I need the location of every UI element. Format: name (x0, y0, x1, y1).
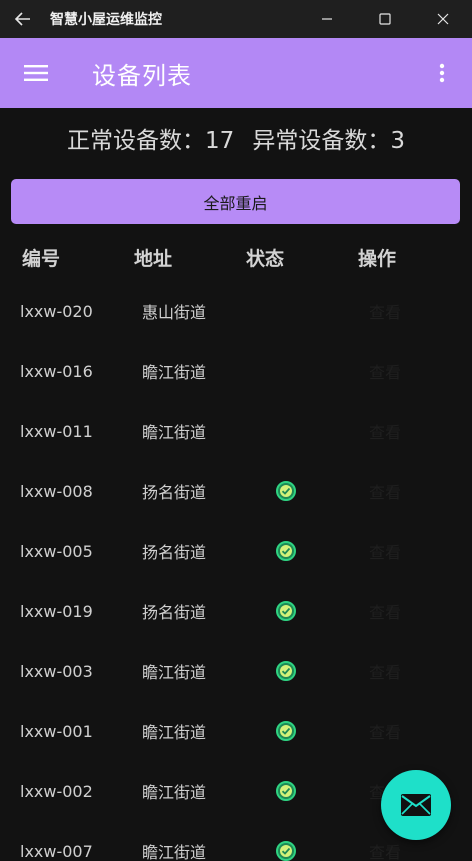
device-id: lxxw-005 (20, 541, 93, 561)
table-row: lxxw-003 瞻江街道 查看 (0, 641, 472, 701)
hamburger-menu-icon (24, 65, 48, 81)
status-cell (275, 281, 297, 341)
status-cell (275, 521, 297, 581)
device-id: lxxw-008 (20, 481, 93, 501)
close-icon (437, 13, 449, 25)
device-stats: 正常设备数：17 异常设备数：3 (0, 108, 472, 168)
device-address: 瞻江街道 (142, 723, 207, 742)
device-address: 惠山街道 (142, 303, 207, 322)
device-address: 扬名街道 (142, 603, 207, 622)
status-cell (275, 341, 297, 401)
device-address: 瞻江街道 (142, 423, 207, 442)
table-row: lxxw-019 扬名街道 查看 (0, 581, 472, 641)
maximize-button[interactable] (356, 0, 414, 38)
page-title: 设备列表 (92, 61, 192, 90)
status-ok-icon (276, 721, 296, 741)
arrow-left-icon (14, 12, 30, 26)
device-address: 瞻江街道 (142, 783, 207, 802)
device-id: lxxw-020 (20, 301, 93, 321)
device-address: 瞻江街道 (142, 363, 207, 382)
header-address: 地址 (134, 247, 173, 270)
status-ok-icon (276, 601, 296, 621)
view-button[interactable]: 查看 (369, 281, 401, 341)
device-id: lxxw-011 (20, 421, 93, 441)
window-controls (298, 0, 472, 38)
back-button[interactable] (0, 0, 46, 38)
normal-device-count: 正常设备数：17 (67, 128, 235, 154)
menu-button[interactable] (0, 38, 72, 108)
device-id: lxxw-002 (20, 781, 93, 801)
table-header: 编号 地址 状态 操作 (0, 236, 472, 278)
table-row: lxxw-005 扬名街道 查看 (0, 521, 472, 581)
view-button[interactable]: 查看 (369, 521, 401, 581)
status-cell (275, 701, 297, 761)
device-id: lxxw-003 (20, 661, 93, 681)
status-ok-icon (276, 661, 296, 681)
more-options-button[interactable] (424, 38, 460, 108)
view-button[interactable]: 查看 (369, 641, 401, 701)
device-address: 瞻江街道 (142, 663, 207, 682)
status-cell (275, 581, 297, 641)
more-vert-icon (439, 63, 445, 83)
window-title: 智慧小屋运维监控 (50, 12, 162, 28)
abnormal-device-count: 异常设备数：3 (252, 128, 405, 154)
table-row: lxxw-001 瞻江街道 查看 (0, 701, 472, 761)
app-window: 智慧小屋运维监控 设备列表 正常设备数：17 异常设备数：3 全部重启 编号 地… (0, 0, 472, 861)
header-id: 编号 (22, 247, 61, 270)
message-fab-button[interactable] (381, 770, 451, 840)
device-id: lxxw-001 (20, 721, 93, 741)
table-row: lxxw-020 惠山街道 查看 (0, 281, 472, 341)
view-button[interactable]: 查看 (369, 701, 401, 761)
status-cell (275, 761, 297, 821)
window-titlebar: 智慧小屋运维监控 (0, 0, 472, 38)
table-row: lxxw-016 瞻江街道 查看 (0, 341, 472, 401)
header-status: 状态 (246, 247, 285, 270)
status-ok-icon (276, 841, 296, 861)
app-bar: 设备列表 (0, 38, 472, 108)
device-address: 瞻江街道 (142, 843, 207, 861)
status-ok-icon (276, 481, 296, 501)
maximize-icon (379, 13, 391, 25)
status-cell (275, 641, 297, 701)
device-id: lxxw-019 (20, 601, 93, 621)
table-row: lxxw-011 瞻江街道 查看 (0, 401, 472, 461)
header-action: 操作 (358, 247, 397, 270)
status-cell (275, 401, 297, 461)
view-button[interactable]: 查看 (369, 581, 401, 641)
view-button[interactable]: 查看 (369, 341, 401, 401)
view-button[interactable]: 查看 (369, 401, 401, 461)
close-button[interactable] (414, 0, 472, 38)
status-ok-icon (276, 541, 296, 561)
restart-all-button[interactable]: 全部重启 (11, 179, 460, 224)
status-cell (275, 821, 297, 861)
device-address: 扬名街道 (142, 483, 207, 502)
view-button[interactable]: 查看 (369, 461, 401, 521)
minimize-button[interactable] (298, 0, 356, 38)
device-address: 扬名街道 (142, 543, 207, 562)
minimize-icon (322, 18, 332, 20)
status-cell (275, 461, 297, 521)
table-row: lxxw-008 扬名街道 查看 (0, 461, 472, 521)
status-ok-icon (276, 781, 296, 801)
device-id: lxxw-007 (20, 841, 93, 861)
mail-icon (401, 794, 431, 816)
device-id: lxxw-016 (20, 361, 93, 381)
